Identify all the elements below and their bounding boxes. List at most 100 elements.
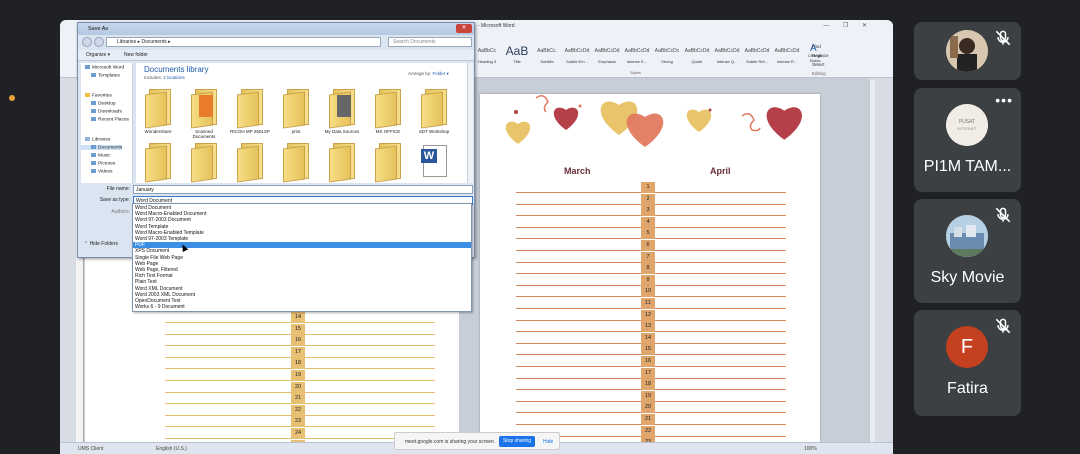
day-number: 13 <box>641 321 655 333</box>
nav-item[interactable]: Recent Places <box>81 117 129 122</box>
locations-link[interactable]: 2 locations <box>163 75 185 80</box>
folder-icon <box>91 73 96 77</box>
calendar-row: 14 <box>165 312 435 324</box>
participant-name: PI1M TAM... <box>923 158 1012 175</box>
folder-item[interactable] <box>276 143 316 183</box>
folder-item[interactable]: W <box>414 143 454 183</box>
file-list-scrollbar[interactable] <box>467 63 473 183</box>
hide-share-bar-button[interactable]: Hide <box>543 439 553 445</box>
folder-label: print <box>291 129 301 134</box>
nav-item[interactable]: Desktop <box>81 101 116 106</box>
style-preset[interactable]: AaBbCcDd Quote <box>682 44 712 74</box>
style-preset[interactable]: AaBbCc Heading 3 <box>472 44 502 74</box>
mic-off-icon <box>995 207 1011 223</box>
forward-icon[interactable] <box>94 37 104 47</box>
participant-tile[interactable]: PUSAT INTERNET ••• PI1M TAM... <box>914 88 1021 192</box>
calendar-row: 13 <box>516 321 786 333</box>
zoom-level[interactable]: 100% <box>804 446 817 452</box>
participant-tile[interactable] <box>914 22 1021 80</box>
folder-item[interactable]: Scanned Documents <box>184 89 224 139</box>
folder-item[interactable]: Wondershare <box>138 89 178 134</box>
search-input[interactable]: Search Documents <box>388 37 472 47</box>
style-preset[interactable]: AaBbCcDd Emphasis <box>592 44 622 74</box>
nav-item[interactable]: Favorites <box>81 93 112 98</box>
day-number: 12 <box>641 309 655 321</box>
nav-item-label: Downloads <box>98 109 122 115</box>
calendar-row: 11 <box>516 298 786 310</box>
nav-item[interactable]: Libraries <box>81 137 110 142</box>
address-bar[interactable]: Libraries ▸ Documents ▸ <box>106 37 381 47</box>
calendar-row: 5 <box>516 228 786 240</box>
style-preset[interactable]: AaBbCcDc Strong <box>652 44 682 74</box>
nav-item-label: Pictures <box>98 161 116 167</box>
style-preset[interactable]: AaBbCcDd Subtle Em... <box>562 44 592 74</box>
style-preset[interactable]: AaBbCcDd Intense R... <box>772 44 802 74</box>
arrange-by-label: Arrange by: <box>408 71 432 76</box>
word-window-title: - Microsoft Word <box>478 23 515 29</box>
new-folder-button[interactable]: New folder <box>124 50 148 61</box>
participant-name: Fatira <box>947 380 988 397</box>
nav-item[interactable]: Documents <box>81 145 123 151</box>
calendar-row: 18 <box>516 379 786 391</box>
arrange-by-dropdown[interactable]: Folder ▾ <box>433 71 449 76</box>
style-preset[interactable]: AaBbCc. Subtitle <box>532 44 562 74</box>
style-preset[interactable]: AaB Title <box>502 44 532 74</box>
folder-item[interactable] <box>138 143 178 183</box>
folder-item[interactable]: print <box>276 89 316 134</box>
folder-item[interactable]: SDT Workshop <box>414 89 454 134</box>
sharing-message: meet.google.com is sharing your screen. <box>405 439 496 445</box>
replace-button[interactable]: Replace <box>812 51 829 60</box>
organize-button[interactable]: Organize ▾ <box>86 50 110 61</box>
folder-item[interactable] <box>184 143 224 183</box>
folder-item[interactable]: RICOH MP 2501SP <box>230 89 270 134</box>
hide-folders-label: Hide Folders <box>89 241 118 247</box>
folder-item[interactable]: My Data Sources <box>322 89 362 134</box>
vertical-scrollbar[interactable] <box>869 80 875 442</box>
file-name-input[interactable]: January <box>133 185 473 194</box>
day-number: 4 <box>641 216 655 228</box>
folder-item[interactable] <box>322 143 362 183</box>
day-number: 18 <box>641 379 655 391</box>
stop-sharing-button[interactable]: Stop sharing <box>499 436 535 447</box>
save-type-dropdown[interactable]: Word Document Word Macro-Enabled Document… <box>132 203 472 312</box>
dialog-close-button[interactable]: ✕ <box>456 24 472 33</box>
style-label: Heading 3 <box>477 59 497 64</box>
hide-folders-button[interactable]: ⌃ Hide Folders <box>84 241 118 247</box>
participant-tile[interactable]: F Fatira <box>914 310 1021 416</box>
nav-item[interactable]: Videos <box>81 169 113 174</box>
avatar: F <box>946 326 988 368</box>
nav-item[interactable]: Pictures <box>81 161 115 166</box>
folder-item[interactable] <box>368 143 408 183</box>
month-label-april: April <box>710 166 731 176</box>
more-options-icon[interactable]: ••• <box>995 92 1013 108</box>
nav-item[interactable]: Microsoft Word <box>81 65 124 70</box>
nav-item[interactable]: Downloads <box>81 109 122 114</box>
ribbon-swirl <box>535 95 549 113</box>
day-number: 22 <box>291 404 305 416</box>
day-number: 3 <box>641 205 655 217</box>
style-label: Intense E... <box>626 59 648 64</box>
folder-item[interactable]: MS OFFICE <box>368 89 408 134</box>
nav-item-label: Microsoft Word <box>92 65 125 71</box>
participant-tile[interactable]: Sky Movie <box>914 199 1021 303</box>
style-preset[interactable]: AaBbCcDd Intense Q... <box>712 44 742 74</box>
file-type-option[interactable]: Works 6 - 9 Document <box>133 304 471 310</box>
style-preset[interactable]: AaBbCcDd Subtle Ref... <box>742 44 772 74</box>
style-sample: AaBbCcDd <box>714 48 740 54</box>
nav-item[interactable]: Templates <box>81 73 120 78</box>
select-button[interactable]: Select <box>812 60 829 69</box>
status-language[interactable]: English (U.S.) <box>156 446 187 452</box>
folder-icon <box>85 65 90 69</box>
calendar-column-right: 123456789101112131415161718192021222324 <box>516 182 786 454</box>
find-button[interactable]: Find <box>812 42 829 51</box>
folder-item[interactable] <box>230 143 270 183</box>
nav-item[interactable]: Music <box>81 153 111 158</box>
folder-icon <box>373 89 403 129</box>
folder-icon <box>327 143 357 183</box>
folder-icon <box>91 101 96 105</box>
participant-name: Sky Movie <box>930 269 1005 286</box>
calendar-row: 6 <box>516 240 786 252</box>
window-controls[interactable]: — ❐ ✕ <box>823 22 873 29</box>
back-icon[interactable] <box>82 37 92 47</box>
calendar-row: 16 <box>516 356 786 368</box>
